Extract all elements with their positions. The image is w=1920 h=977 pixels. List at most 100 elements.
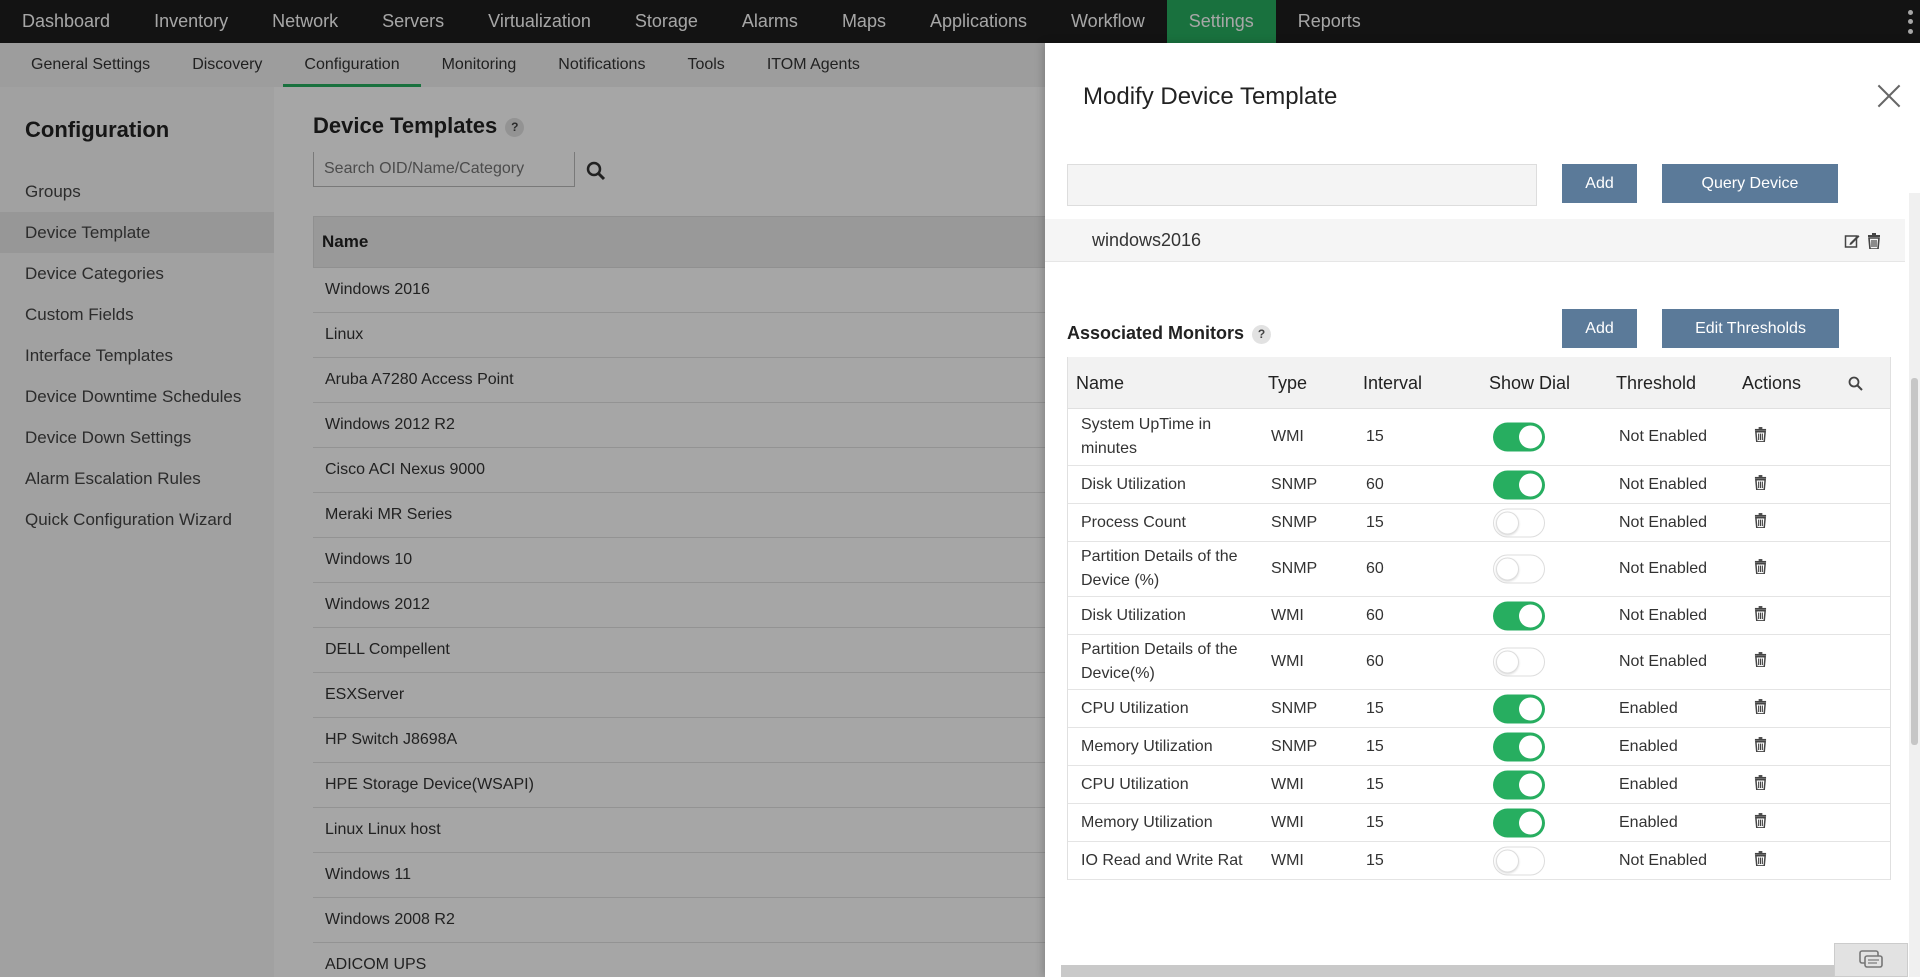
monitor-name: Partition Details of the Device(%): [1081, 641, 1238, 682]
edit-thresholds-button[interactable]: Edit Thresholds: [1662, 309, 1839, 348]
toggle-knob: [1519, 735, 1542, 758]
column-header-threshold[interactable]: Threshold: [1616, 373, 1696, 394]
add-monitor-button[interactable]: Add: [1562, 309, 1637, 348]
monitor-type: SNMP: [1271, 513, 1318, 531]
monitor-type: WMI: [1271, 775, 1304, 793]
monitor-row: CPU Utilization WMI 15 Enabled: [1068, 766, 1890, 804]
monitor-name: Process Count: [1081, 513, 1186, 531]
monitors-table: Name Type Interval Show Dial Threshold A…: [1067, 357, 1891, 880]
oid-input[interactable]: [1067, 164, 1537, 206]
associated-monitors-title: Associated Monitors?: [1067, 323, 1272, 344]
monitor-name: Memory Utilization: [1081, 737, 1213, 755]
monitor-interval: 60: [1366, 653, 1384, 670]
close-icon[interactable]: [1876, 83, 1902, 109]
show-dial-toggle[interactable]: [1493, 601, 1545, 630]
delete-icon[interactable]: [1754, 559, 1767, 579]
help-icon[interactable]: ?: [1252, 324, 1272, 344]
delete-icon[interactable]: [1754, 427, 1767, 447]
modal-title: Modify Device Template: [1083, 83, 1338, 110]
monitor-name: Disk Utilization: [1081, 606, 1186, 624]
delete-icon[interactable]: [1754, 850, 1767, 871]
modal-scrollbar-thumb[interactable]: [1911, 378, 1918, 745]
monitor-type: SNMP: [1271, 737, 1318, 755]
monitor-interval: 15: [1366, 428, 1384, 445]
monitor-name: Memory Utilization: [1081, 813, 1213, 831]
monitor-name: Disk Utilization: [1081, 475, 1186, 493]
toggle-knob: [1496, 557, 1519, 581]
monitor-row: Memory Utilization SNMP 15 Enabled: [1068, 728, 1890, 766]
monitor-interval: 15: [1366, 513, 1384, 531]
monitors-table-header: Name Type Interval Show Dial Threshold A…: [1068, 357, 1890, 409]
column-header-show-dial: Show Dial: [1489, 373, 1571, 393]
monitor-interval: 15: [1366, 813, 1384, 831]
monitor-name: CPU Utilization: [1081, 699, 1189, 717]
delete-icon[interactable]: [1754, 774, 1767, 795]
monitor-row: Partition Details of the Device(%) WMI 60 N…: [1068, 635, 1890, 690]
horizontal-scrollbar[interactable]: [1061, 965, 1905, 977]
monitor-interval: 15: [1366, 737, 1384, 755]
monitor-row: Process Count SNMP 15 Not Enabled: [1068, 504, 1890, 542]
toggle-knob: [1496, 511, 1519, 534]
monitor-type: WMI: [1271, 653, 1304, 670]
show-dial-toggle[interactable]: [1493, 470, 1545, 499]
monitor-interval: 15: [1366, 699, 1384, 717]
chat-icon: [1859, 950, 1883, 968]
monitor-type: SNMP: [1271, 699, 1318, 717]
toggle-knob: [1519, 773, 1542, 796]
edit-icon[interactable]: [1844, 233, 1860, 249]
monitor-threshold: Not Enabled: [1619, 560, 1708, 577]
show-dial-toggle[interactable]: [1493, 846, 1545, 875]
delete-icon[interactable]: [1754, 652, 1767, 672]
monitor-row: System UpTime in minutes WMI 15 Not Enabled: [1068, 409, 1890, 466]
monitor-type: SNMP: [1271, 560, 1318, 577]
delete-icon[interactable]: [1867, 233, 1881, 249]
column-header-type[interactable]: Type: [1268, 373, 1307, 394]
toggle-knob: [1496, 849, 1519, 872]
monitor-interval: 60: [1366, 475, 1384, 493]
show-dial-toggle[interactable]: [1493, 694, 1545, 723]
monitor-row: CPU Utilization SNMP 15 Enabled: [1068, 690, 1890, 728]
delete-icon[interactable]: [1754, 474, 1767, 495]
delete-icon[interactable]: [1754, 512, 1767, 533]
monitor-type: WMI: [1271, 606, 1304, 624]
show-dial-toggle[interactable]: [1493, 647, 1545, 677]
monitor-threshold: Enabled: [1619, 775, 1678, 793]
monitor-row: IO Read and Write Rat WMI 15 Not Enabled: [1068, 842, 1890, 880]
monitor-row: Disk Utilization SNMP 60 Not Enabled: [1068, 466, 1890, 504]
oid-name: windows2016: [1092, 230, 1202, 250]
chat-button[interactable]: [1834, 943, 1908, 977]
show-dial-toggle[interactable]: [1493, 808, 1545, 837]
toggle-knob: [1519, 425, 1542, 449]
show-dial-toggle[interactable]: [1493, 770, 1545, 799]
monitor-interval: 60: [1366, 606, 1384, 624]
monitor-type: SNMP: [1271, 475, 1318, 493]
monitor-row: Partition Details of the Device (%) SNMP 6…: [1068, 542, 1890, 597]
monitor-threshold: Not Enabled: [1619, 475, 1708, 493]
monitor-name: CPU Utilization: [1081, 775, 1189, 793]
delete-icon[interactable]: [1754, 736, 1767, 757]
column-header-actions: Actions: [1742, 373, 1802, 393]
monitor-threshold: Not Enabled: [1619, 851, 1708, 869]
delete-icon[interactable]: [1754, 605, 1767, 626]
monitor-row: Disk Utilization WMI 60 Not Enabled: [1068, 597, 1890, 635]
show-dial-toggle[interactable]: [1493, 554, 1545, 584]
monitor-threshold: Enabled: [1619, 737, 1678, 755]
show-dial-toggle[interactable]: [1493, 732, 1545, 761]
search-icon[interactable]: [1848, 376, 1863, 391]
delete-icon[interactable]: [1754, 698, 1767, 719]
monitor-threshold: Enabled: [1619, 699, 1678, 717]
monitor-interval: 60: [1366, 560, 1384, 577]
show-dial-toggle[interactable]: [1493, 508, 1545, 537]
query-device-button[interactable]: Query Device: [1662, 164, 1838, 203]
delete-icon[interactable]: [1754, 812, 1767, 833]
oid-row: windows2016: [1045, 219, 1905, 262]
monitor-row: Memory Utilization WMI 15 Enabled: [1068, 804, 1890, 842]
show-dial-toggle[interactable]: [1493, 422, 1545, 452]
monitor-type: WMI: [1271, 428, 1304, 445]
add-oid-button[interactable]: Add: [1562, 164, 1637, 203]
monitor-name: IO Read and Write Rat: [1081, 851, 1243, 869]
column-header-interval[interactable]: Interval: [1363, 373, 1422, 394]
column-header-name[interactable]: Name: [1076, 373, 1124, 394]
toggle-knob: [1519, 473, 1542, 496]
modify-device-template-panel: Modify Device Template Add Query Device …: [1045, 43, 1920, 977]
